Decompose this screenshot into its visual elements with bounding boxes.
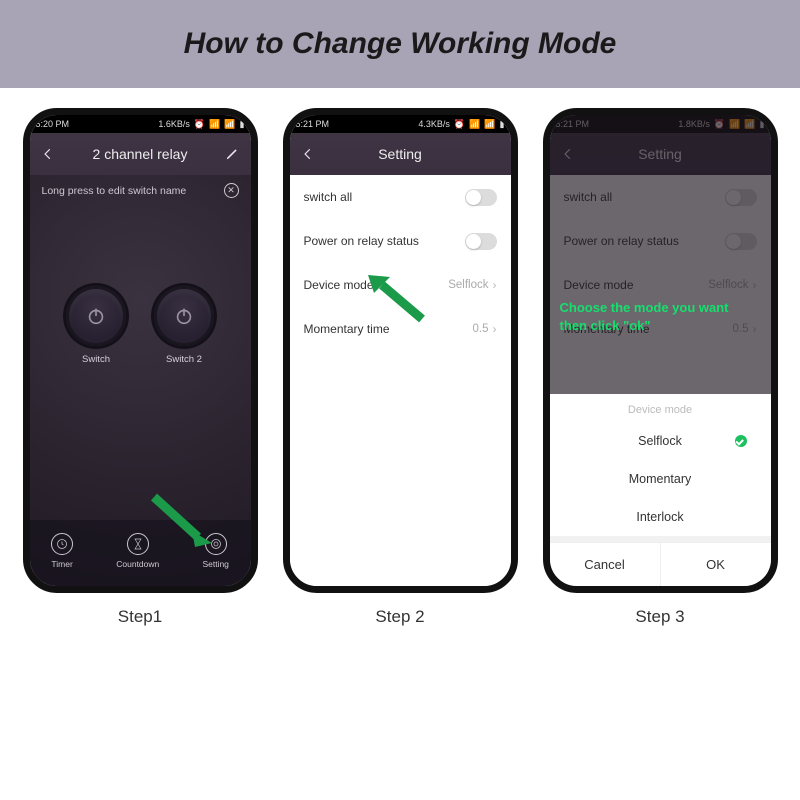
tab-countdown-label: Countdown — [116, 559, 159, 569]
row-device-mode-value: Selflock — [448, 279, 488, 291]
option-selflock-label: Selflock — [638, 434, 682, 448]
step-2-label: Step 2 — [375, 607, 424, 627]
toggle-power-on[interactable] — [465, 233, 497, 250]
header-title: Setting — [378, 146, 422, 162]
page-title: How to Change Working Mode — [184, 27, 617, 61]
ok-label: OK — [706, 557, 725, 572]
pencil-icon — [225, 147, 239, 161]
tip-row: Long press to edit switch name ✕ — [30, 175, 251, 206]
wifi-icon: 📶 — [484, 119, 495, 130]
annotation-line2: then click "ok" — [560, 317, 729, 335]
chevron-right-icon: › — [493, 278, 497, 292]
hourglass-icon — [127, 533, 149, 555]
switch-2-button[interactable] — [154, 286, 214, 346]
chevron-left-icon — [301, 147, 315, 161]
chevron-left-icon — [41, 147, 55, 161]
row-switch-all[interactable]: switch all — [290, 175, 511, 219]
app-header: 2 channel relay — [30, 133, 251, 175]
toggle-switch-all[interactable] — [465, 189, 497, 206]
battery-icon: ▮ — [240, 119, 245, 130]
back-button[interactable] — [300, 146, 316, 162]
status-data-rate: 4.3KB/s — [418, 119, 450, 129]
back-button[interactable] — [40, 146, 56, 162]
tab-setting-label: Setting — [202, 559, 228, 569]
alarm-icon: ⏰ — [454, 119, 465, 130]
annotation-arrow — [148, 489, 218, 549]
annotation-line1: Choose the mode you want — [560, 299, 729, 317]
step-1-label: Step1 — [118, 607, 162, 627]
annotation-text: Choose the mode you want then click "ok" — [560, 299, 729, 334]
sheet-title: Device mode — [550, 394, 771, 422]
tip-text: Long press to edit switch name — [42, 185, 187, 197]
battery-icon: ▮ — [500, 119, 505, 130]
status-data-rate: 1.6KB/s — [158, 119, 190, 129]
phone-frame-step2: 5:21 PM 4.3KB/s ⏰ 📶 📶 ▮ Set — [283, 108, 518, 593]
header-title: 2 channel relay — [93, 146, 188, 162]
edit-button[interactable] — [224, 146, 240, 162]
switch-1-button[interactable] — [66, 286, 126, 346]
action-sheet: Device mode Selflock Momentary Interlock… — [550, 394, 771, 586]
row-switch-all-label: switch all — [304, 190, 353, 204]
power-icon — [85, 305, 107, 327]
status-bar: 5:21 PM 4.3KB/s ⏰ 📶 📶 ▮ — [290, 115, 511, 133]
signal-icon: 📶 — [469, 119, 480, 130]
chevron-right-icon: › — [493, 322, 497, 336]
app-header: Setting — [290, 133, 511, 175]
clock-icon — [51, 533, 73, 555]
option-momentary-label: Momentary — [629, 472, 692, 486]
phone-frame-step1: 5:20 PM 1.6KB/s ⏰ 📶 📶 ▮ 2 c — [23, 108, 258, 593]
switch-2-label: Switch 2 — [166, 354, 202, 365]
step-3-label: Step 3 — [635, 607, 684, 627]
tab-timer-label: Timer — [51, 559, 72, 569]
annotation-arrow — [364, 271, 434, 331]
row-power-on[interactable]: Power on relay status — [290, 219, 511, 263]
status-time: 5:20 PM — [36, 119, 70, 129]
option-momentary[interactable]: Momentary — [550, 460, 771, 498]
cancel-button[interactable]: Cancel — [550, 543, 661, 586]
ok-button[interactable]: OK — [661, 543, 771, 586]
tab-timer[interactable]: Timer — [51, 533, 73, 569]
row-momentary-value: 0.5 — [473, 323, 489, 335]
status-bar: 5:20 PM 1.6KB/s ⏰ 📶 📶 ▮ — [30, 115, 251, 133]
status-time: 5:21 PM — [296, 119, 330, 129]
row-power-on-label: Power on relay status — [304, 234, 419, 248]
power-icon — [173, 305, 195, 327]
title-band: How to Change Working Mode — [0, 0, 800, 88]
option-interlock-label: Interlock — [636, 510, 683, 524]
close-tip-button[interactable]: ✕ — [224, 183, 239, 198]
wifi-icon: 📶 — [224, 119, 235, 130]
cancel-label: Cancel — [584, 557, 624, 572]
option-selflock[interactable]: Selflock — [550, 422, 771, 460]
signal-icon: 📶 — [209, 119, 220, 130]
phone-frame-step3: 5:21 PM 1.8KB/s ⏰ 📶 📶 ▮ Set — [543, 108, 778, 593]
switch-1-label: Switch — [82, 354, 110, 365]
option-interlock[interactable]: Interlock — [550, 498, 771, 536]
alarm-icon: ⏰ — [194, 119, 205, 130]
